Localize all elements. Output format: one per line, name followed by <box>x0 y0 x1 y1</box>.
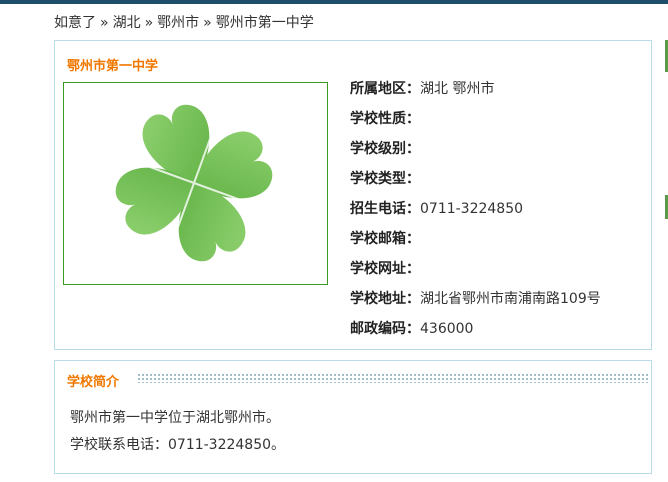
detail-row-type: 学校类型： <box>350 169 601 199</box>
breadcrumb-separator: » <box>203 15 212 31</box>
breadcrumb-current: 鄂州市第一中学 <box>215 15 314 31</box>
detail-value: 436000 <box>420 321 474 337</box>
detail-row-phone: 招生电话：0711-3224850 <box>350 199 601 229</box>
detail-label: 学校地址： <box>350 291 420 307</box>
detail-row-postcode: 邮政编码：436000 <box>350 319 601 349</box>
detail-value: 0711-3224850 <box>420 201 524 217</box>
breadcrumb-province[interactable]: 湖北 <box>113 15 141 31</box>
detail-label: 所属地区： <box>350 81 420 97</box>
school-details: 所属地区：湖北 鄂州市 学校性质： 学校级别： 学校类型： 招生电话：0711-… <box>350 79 601 349</box>
detail-row-address: 学校地址：湖北省鄂州市南浦南路109号 <box>350 289 601 319</box>
detail-row-region: 所属地区：湖北 鄂州市 <box>350 79 601 109</box>
detail-label: 学校类型： <box>350 171 420 187</box>
breadcrumb: 如意了» 湖北» 鄂州市» 鄂州市第一中学 <box>54 12 314 32</box>
detail-row-nature: 学校性质： <box>350 109 601 139</box>
dotted-divider <box>137 373 649 383</box>
detail-row-level: 学校级别： <box>350 139 601 169</box>
detail-label: 招生电话： <box>350 201 420 217</box>
school-info-panel: 鄂州市第一中学 所属地区：湖北 鄂州市 学校性质： 学校级别： 学校类型： 招生… <box>54 40 652 350</box>
breadcrumb-separator: » <box>144 15 154 31</box>
detail-label: 学校性质： <box>350 111 420 127</box>
breadcrumb-city[interactable]: 鄂州市 <box>157 15 199 31</box>
detail-label: 学校邮箱： <box>350 231 420 247</box>
top-bar <box>0 0 668 4</box>
school-photo <box>63 82 328 285</box>
detail-row-email: 学校邮箱： <box>350 229 601 259</box>
intro-text: 鄂州市第一中学位于湖北鄂州市。 学校联系电话：0711-3224850。 <box>70 405 285 459</box>
intro-title: 学校简介 <box>67 371 128 390</box>
detail-label: 学校网址： <box>350 261 420 277</box>
detail-value: 湖北 鄂州市 <box>420 81 495 97</box>
section-header: 学校简介 <box>55 369 651 390</box>
school-intro-panel: 学校简介 鄂州市第一中学位于湖北鄂州市。 学校联系电话：0711-3224850… <box>54 360 652 474</box>
breadcrumb-separator: » <box>100 15 109 31</box>
school-name-title: 鄂州市第一中学 <box>67 59 159 74</box>
detail-label: 邮政编码： <box>350 321 420 337</box>
detail-label: 学校级别： <box>350 141 420 157</box>
four-leaf-clover-icon <box>115 104 273 262</box>
breadcrumb-home[interactable]: 如意了 <box>54 15 96 31</box>
intro-line: 鄂州市第一中学位于湖北鄂州市。 <box>70 410 280 426</box>
detail-row-website: 学校网址： <box>350 259 601 289</box>
detail-value: 湖北省鄂州市南浦南路109号 <box>420 291 601 307</box>
intro-line: 学校联系电话：0711-3224850。 <box>70 437 286 453</box>
